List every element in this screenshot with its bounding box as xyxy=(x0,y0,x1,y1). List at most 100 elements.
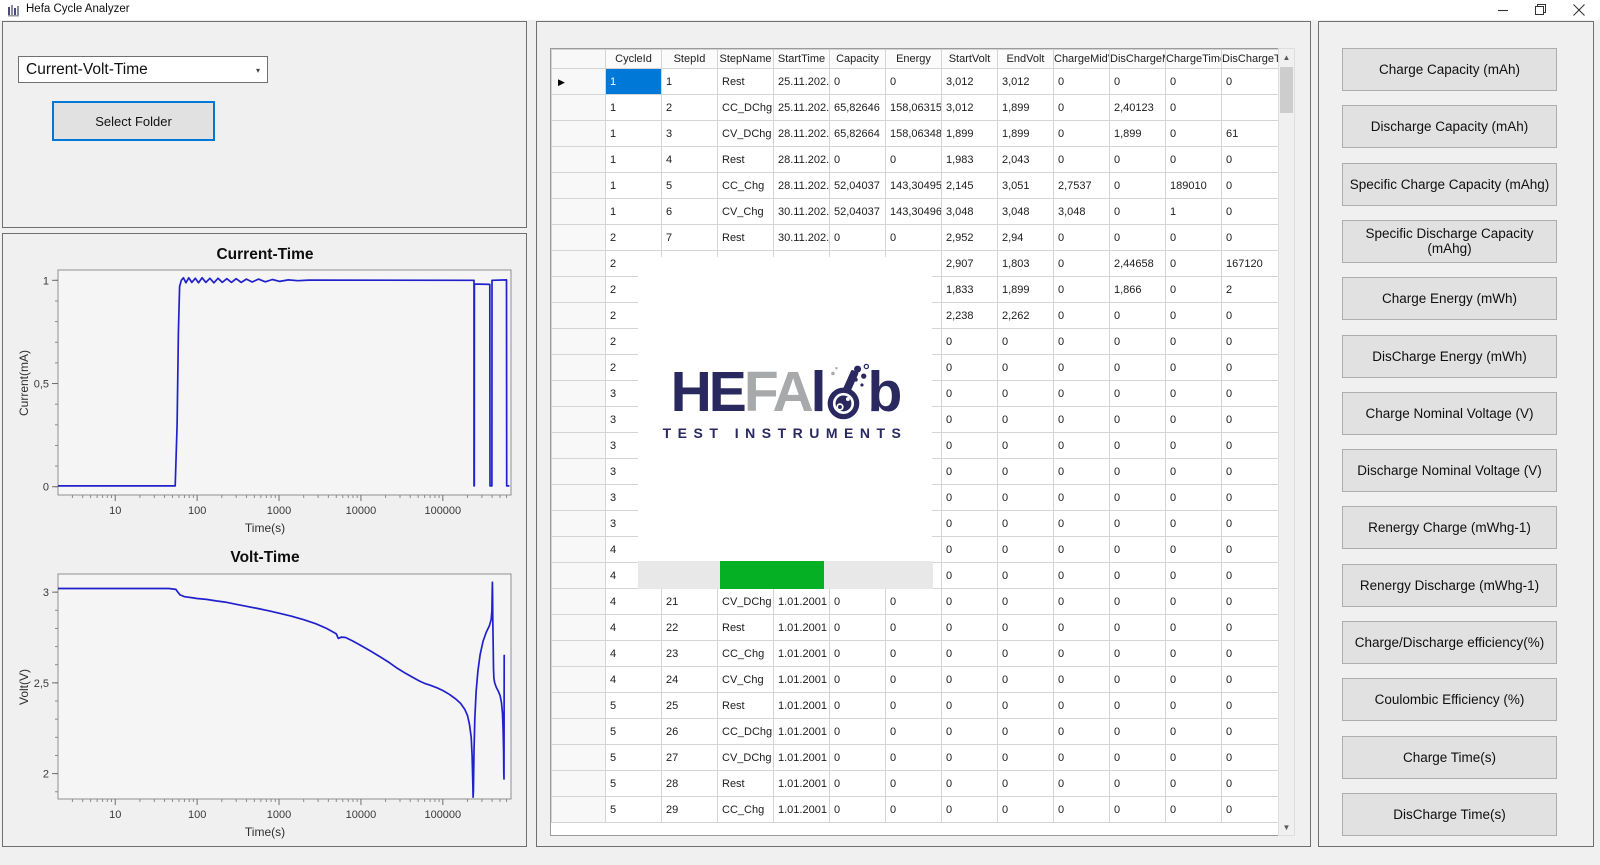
grid-cell[interactable]: 0 xyxy=(1053,692,1110,719)
grid-cell[interactable]: 0 xyxy=(1165,380,1222,407)
grid-cell[interactable]: Rest xyxy=(717,770,774,797)
grid-cell[interactable]: 0 xyxy=(941,536,998,563)
grid-cell[interactable]: 0 xyxy=(1221,588,1278,615)
grid-cell[interactable]: 0 xyxy=(1109,614,1166,641)
grid-cell[interactable] xyxy=(1221,94,1278,121)
grid-cell[interactable]: 0 xyxy=(1053,68,1110,95)
grid-cell[interactable]: 0 xyxy=(997,770,1054,797)
grid-cell[interactable]: 0 xyxy=(941,744,998,771)
grid-cell[interactable]: 0 xyxy=(1165,68,1222,95)
grid-cell[interactable]: 0 xyxy=(1165,432,1222,459)
grid-cell[interactable]: 0 xyxy=(1165,120,1222,147)
grid-cell[interactable]: 0 xyxy=(829,640,886,667)
grid-cell[interactable]: 0 xyxy=(1221,536,1278,563)
grid-cell[interactable]: 0 xyxy=(1053,146,1110,173)
metric-button-charge-nominal-voltage-v[interactable]: Charge Nominal Voltage (V) xyxy=(1342,391,1557,435)
grid-cell[interactable]: 2,238 xyxy=(941,302,998,329)
grid-cell[interactable]: 0 xyxy=(1053,588,1110,615)
grid-cell[interactable]: 0 xyxy=(885,692,942,719)
grid-cell[interactable]: 0 xyxy=(1053,276,1110,303)
metric-button-renergy-discharge-mwhg-1[interactable]: Renergy Discharge (mWhg-1) xyxy=(1342,563,1557,607)
metric-button-charge-capacity-mah[interactable]: Charge Capacity (mAh) xyxy=(1342,48,1557,91)
grid-cell[interactable]: 0 xyxy=(1165,562,1222,589)
grid-cell[interactable]: 0 xyxy=(1053,94,1110,121)
grid-cell[interactable]: CC_Chg xyxy=(717,796,774,823)
grid-cell[interactable]: 0 xyxy=(1165,796,1222,823)
grid-cell[interactable]: 0 xyxy=(1165,250,1222,277)
grid-cell[interactable]: 4 xyxy=(605,640,662,667)
metric-button-specific-discharge-capacity-mahg[interactable]: Specific Discharge Capacity (mAhg) xyxy=(1342,219,1557,263)
grid-cell[interactable]: 7 xyxy=(661,224,718,251)
grid-cell[interactable]: 2,952 xyxy=(941,224,998,251)
grid-cell[interactable]: 0 xyxy=(1221,796,1278,823)
grid-cell[interactable]: 1 xyxy=(605,198,662,225)
grid-cell[interactable]: 0 xyxy=(1221,614,1278,641)
grid-cell[interactable]: 0 xyxy=(1109,770,1166,797)
row-header[interactable] xyxy=(551,770,606,797)
grid-cell[interactable]: 3,048 xyxy=(997,198,1054,225)
grid-cell[interactable]: 25 xyxy=(661,692,718,719)
grid-cell[interactable]: 0 xyxy=(1221,718,1278,745)
grid-cell[interactable]: 0 xyxy=(997,484,1054,511)
grid-cell[interactable]: 0 xyxy=(829,224,886,251)
grid-cell[interactable]: 0 xyxy=(829,770,886,797)
grid-cell[interactable]: 0 xyxy=(885,146,942,173)
grid-cell[interactable]: 0 xyxy=(1109,224,1166,251)
grid-cell[interactable]: 28 xyxy=(661,770,718,797)
column-header[interactable]: EndVolt xyxy=(997,49,1054,69)
grid-cell[interactable]: 0 xyxy=(941,458,998,485)
grid-cell[interactable]: 6 xyxy=(661,198,718,225)
grid-cell[interactable]: 0 xyxy=(1221,68,1278,95)
row-header[interactable] xyxy=(551,120,606,147)
metric-button-discharge-capacity-mah[interactable]: Discharge Capacity (mAh) xyxy=(1342,105,1557,149)
grid-cell[interactable]: 1.01.2001 xyxy=(773,640,830,667)
grid-cell[interactable]: 2,40123 xyxy=(1109,94,1166,121)
grid-cell[interactable]: 0 xyxy=(1053,744,1110,771)
grid-cell[interactable]: CV_DChg xyxy=(717,120,774,147)
grid-cell[interactable]: 143,30496 xyxy=(885,198,942,225)
grid-cell[interactable]: 2,44658 xyxy=(1109,250,1166,277)
grid-cell[interactable]: CC_DChg xyxy=(717,718,774,745)
grid-cell[interactable]: 0 xyxy=(1109,718,1166,745)
column-header[interactable]: Energy xyxy=(885,49,942,69)
grid-cell[interactable]: 0 xyxy=(885,588,942,615)
grid-cell[interactable]: 3,012 xyxy=(941,94,998,121)
grid-cell[interactable]: 1,899 xyxy=(941,120,998,147)
grid-cell[interactable]: 1.01.2001 xyxy=(773,770,830,797)
grid-cell[interactable]: 0 xyxy=(941,354,998,381)
grid-cell[interactable]: 1 xyxy=(605,146,662,173)
grid-cell[interactable]: 1,899 xyxy=(997,276,1054,303)
row-header[interactable] xyxy=(551,250,606,277)
grid-cell[interactable]: 0 xyxy=(829,588,886,615)
grid-cell[interactable]: 0 xyxy=(885,640,942,667)
grid-cell[interactable]: 25.11.202... xyxy=(773,94,830,121)
scrollbar-thumb[interactable] xyxy=(1280,67,1293,113)
grid-cell[interactable]: 0 xyxy=(1221,640,1278,667)
row-header[interactable]: ▶ xyxy=(551,68,606,95)
grid-cell[interactable]: 0 xyxy=(941,406,998,433)
grid-cell[interactable]: 0 xyxy=(1109,328,1166,355)
column-header[interactable]: CycleId xyxy=(605,49,662,69)
grid-cell[interactable]: 5 xyxy=(605,744,662,771)
grid-cell[interactable]: 5 xyxy=(605,770,662,797)
grid-cell[interactable]: 0 xyxy=(1165,146,1222,173)
grid-cell[interactable]: Rest xyxy=(717,68,774,95)
row-header[interactable] xyxy=(551,614,606,641)
grid-cell[interactable]: 0 xyxy=(1053,328,1110,355)
grid-cell[interactable]: 3,048 xyxy=(1053,198,1110,225)
grid-cell[interactable]: 0 xyxy=(1109,588,1166,615)
grid-cell[interactable]: 0 xyxy=(1053,120,1110,147)
grid-cell[interactable]: 0 xyxy=(1053,406,1110,433)
row-header[interactable] xyxy=(551,224,606,251)
row-header[interactable] xyxy=(551,588,606,615)
row-header[interactable] xyxy=(551,562,606,589)
grid-cell[interactable]: 0 xyxy=(941,432,998,459)
grid-cell[interactable]: 0 xyxy=(885,68,942,95)
grid-cell[interactable]: 0 xyxy=(1053,224,1110,251)
grid-cell[interactable]: 0 xyxy=(1165,276,1222,303)
grid-cell[interactable]: 0 xyxy=(1109,432,1166,459)
grid-cell[interactable]: 0 xyxy=(1109,666,1166,693)
grid-cell[interactable]: 0 xyxy=(885,718,942,745)
column-header[interactable]: ChargeTime xyxy=(1165,49,1222,69)
metric-button-charge-time-s[interactable]: Charge Time(s) xyxy=(1342,735,1557,779)
